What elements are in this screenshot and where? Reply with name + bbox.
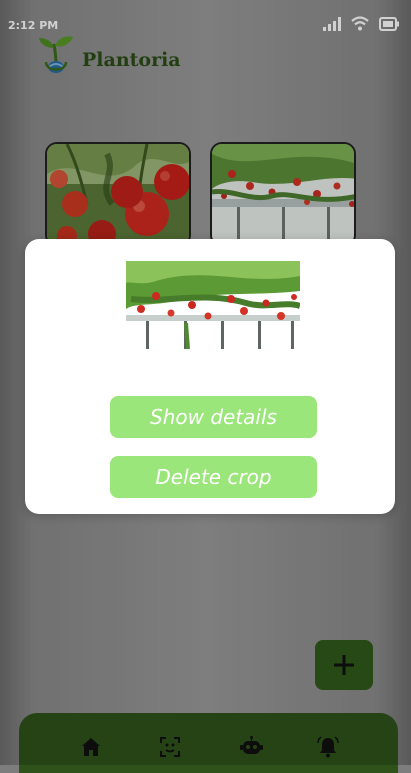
- strawberry-greenhouse-image: [126, 261, 300, 349]
- show-details-button[interactable]: Show details: [110, 396, 317, 438]
- delete-crop-button[interactable]: Delete crop: [110, 456, 317, 498]
- app-screen: 2:12 PM Plantoria Show details Delete cr…: [0, 0, 411, 773]
- selected-crop-image: [126, 261, 300, 349]
- crop-options-dialog: Show details Delete crop: [25, 239, 395, 514]
